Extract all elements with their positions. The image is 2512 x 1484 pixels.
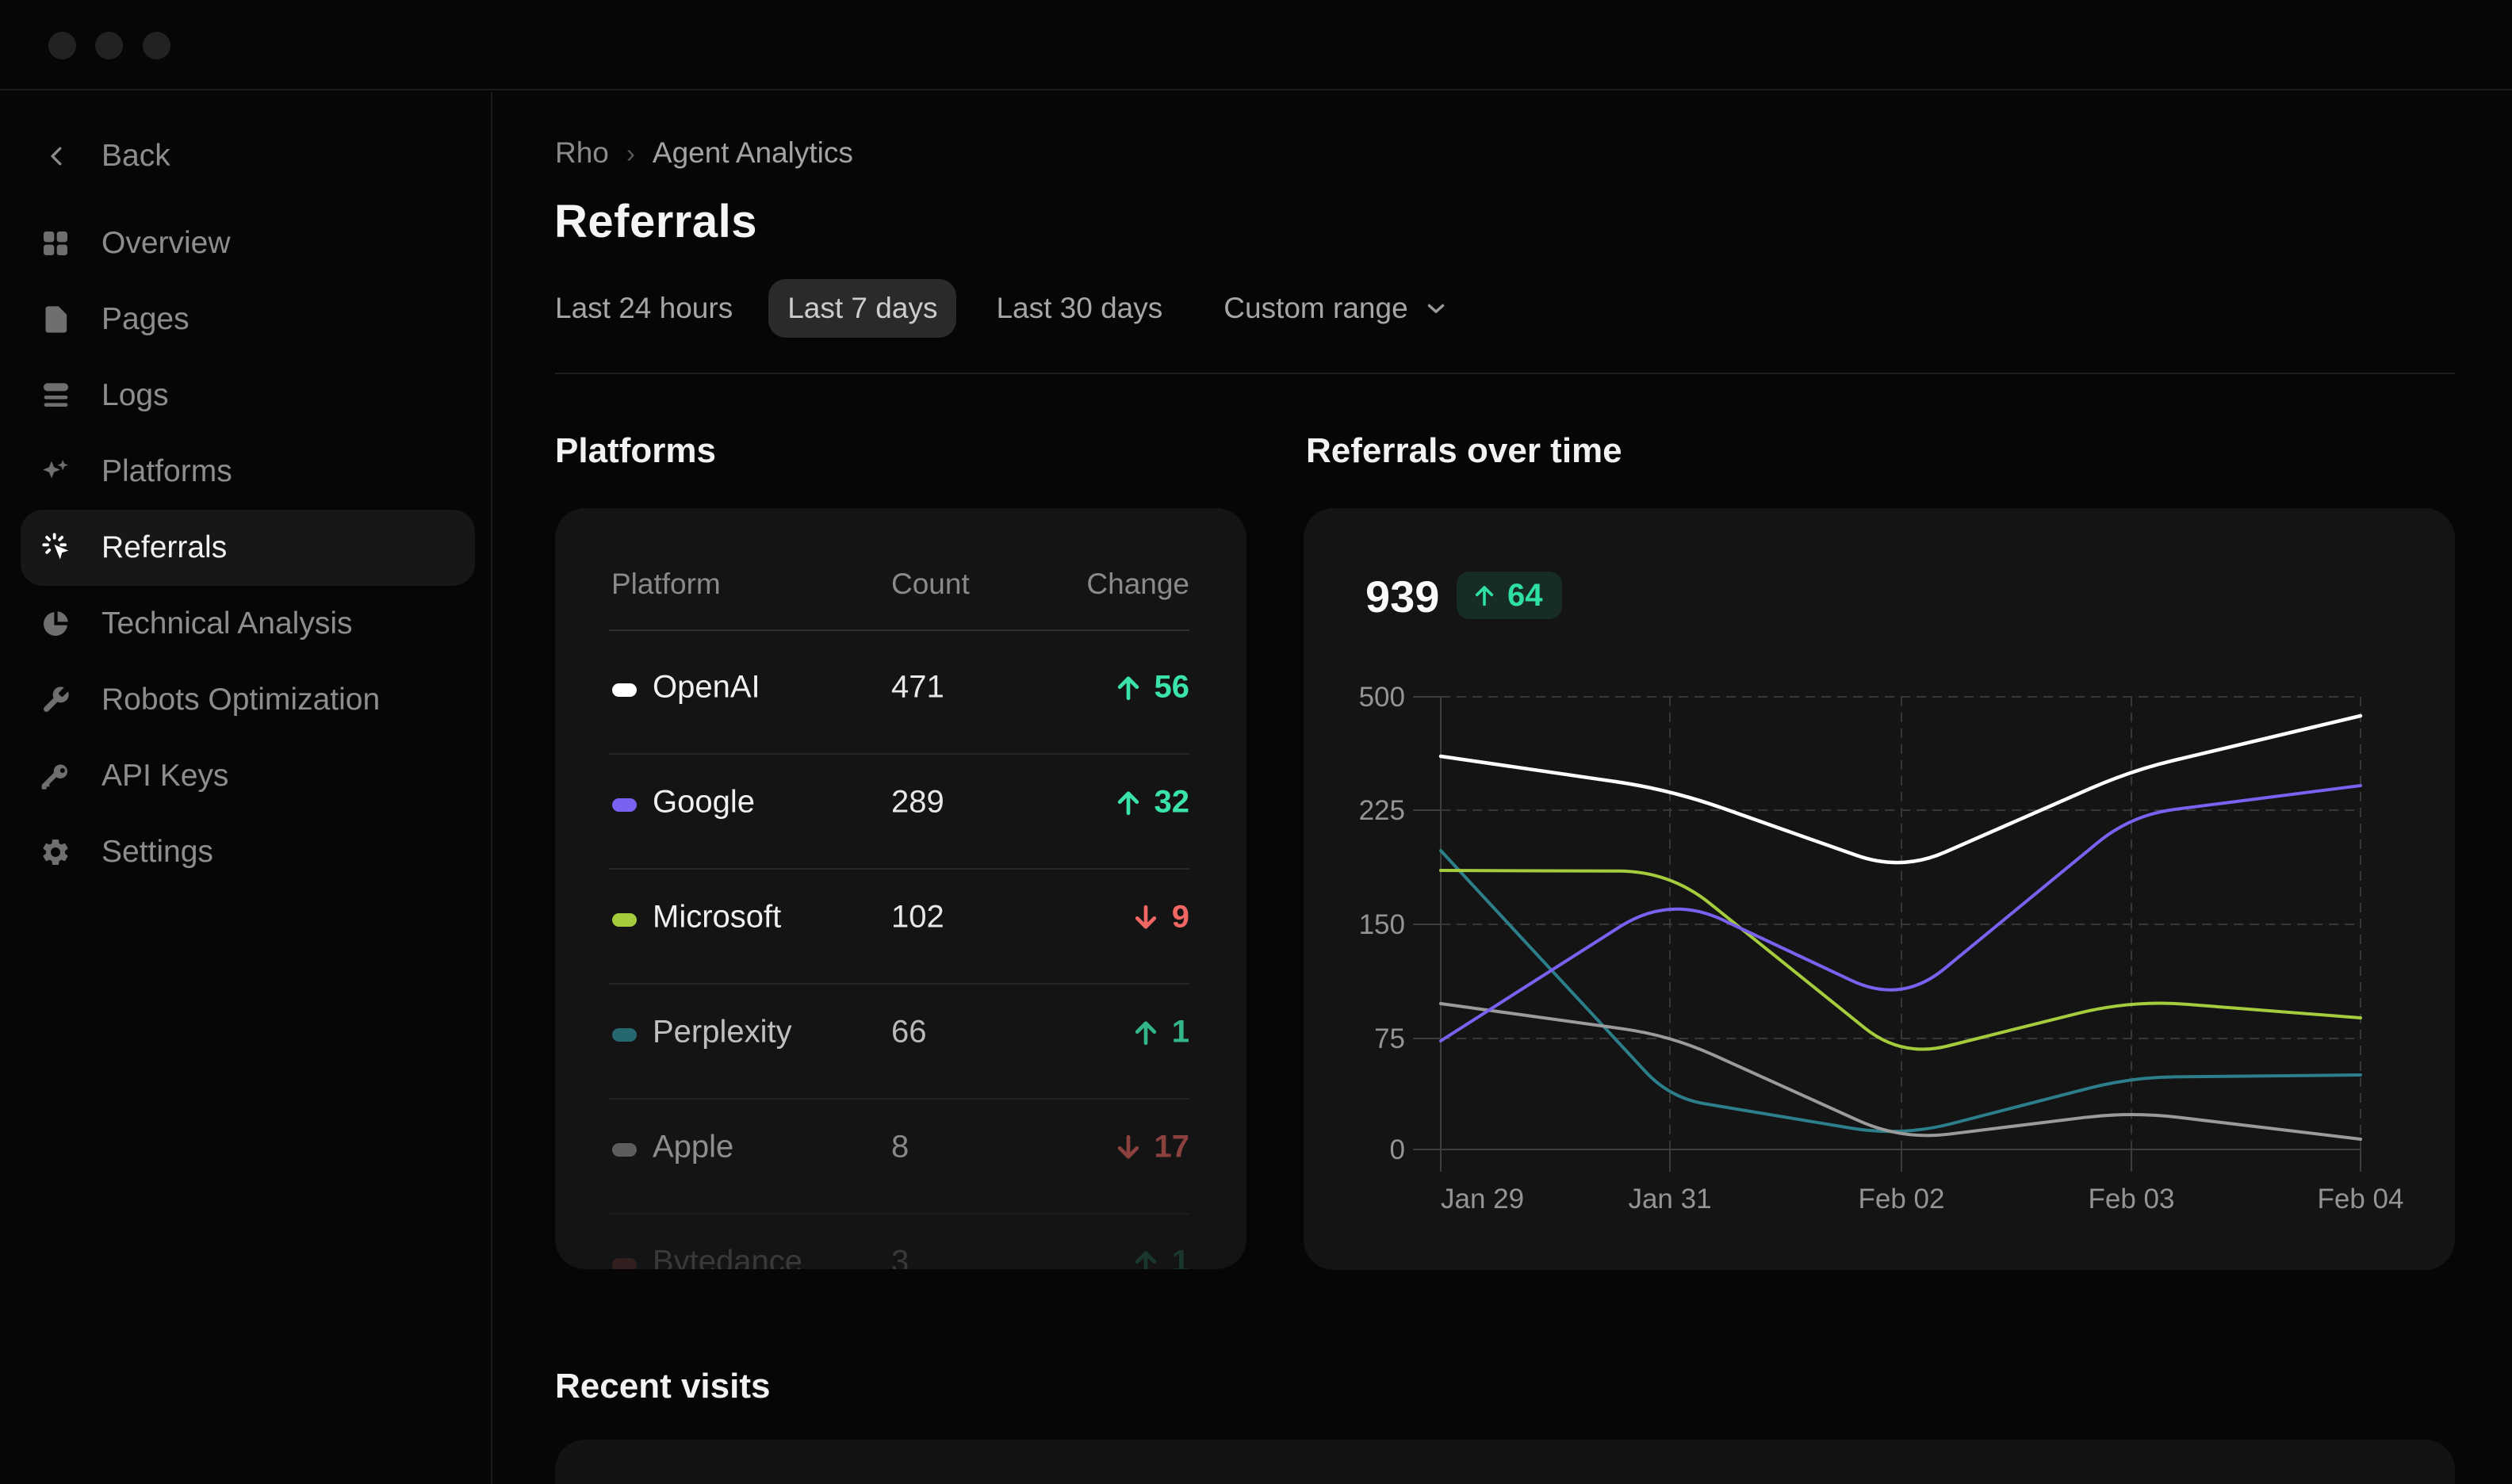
svg-text:Jan 29: Jan 29	[1441, 1184, 1524, 1214]
svg-text:Jan 31: Jan 31	[1628, 1184, 1711, 1214]
svg-text:75: 75	[1374, 1023, 1405, 1054]
svg-text:Feb 04: Feb 04	[2318, 1184, 2404, 1214]
svg-text:0: 0	[1390, 1134, 1405, 1165]
svg-text:500: 500	[1359, 682, 1405, 713]
svg-text:Feb 02: Feb 02	[1859, 1184, 1945, 1214]
svg-text:225: 225	[1359, 795, 1405, 826]
svg-text:150: 150	[1359, 909, 1405, 940]
svg-text:Feb 03: Feb 03	[2089, 1184, 2175, 1214]
